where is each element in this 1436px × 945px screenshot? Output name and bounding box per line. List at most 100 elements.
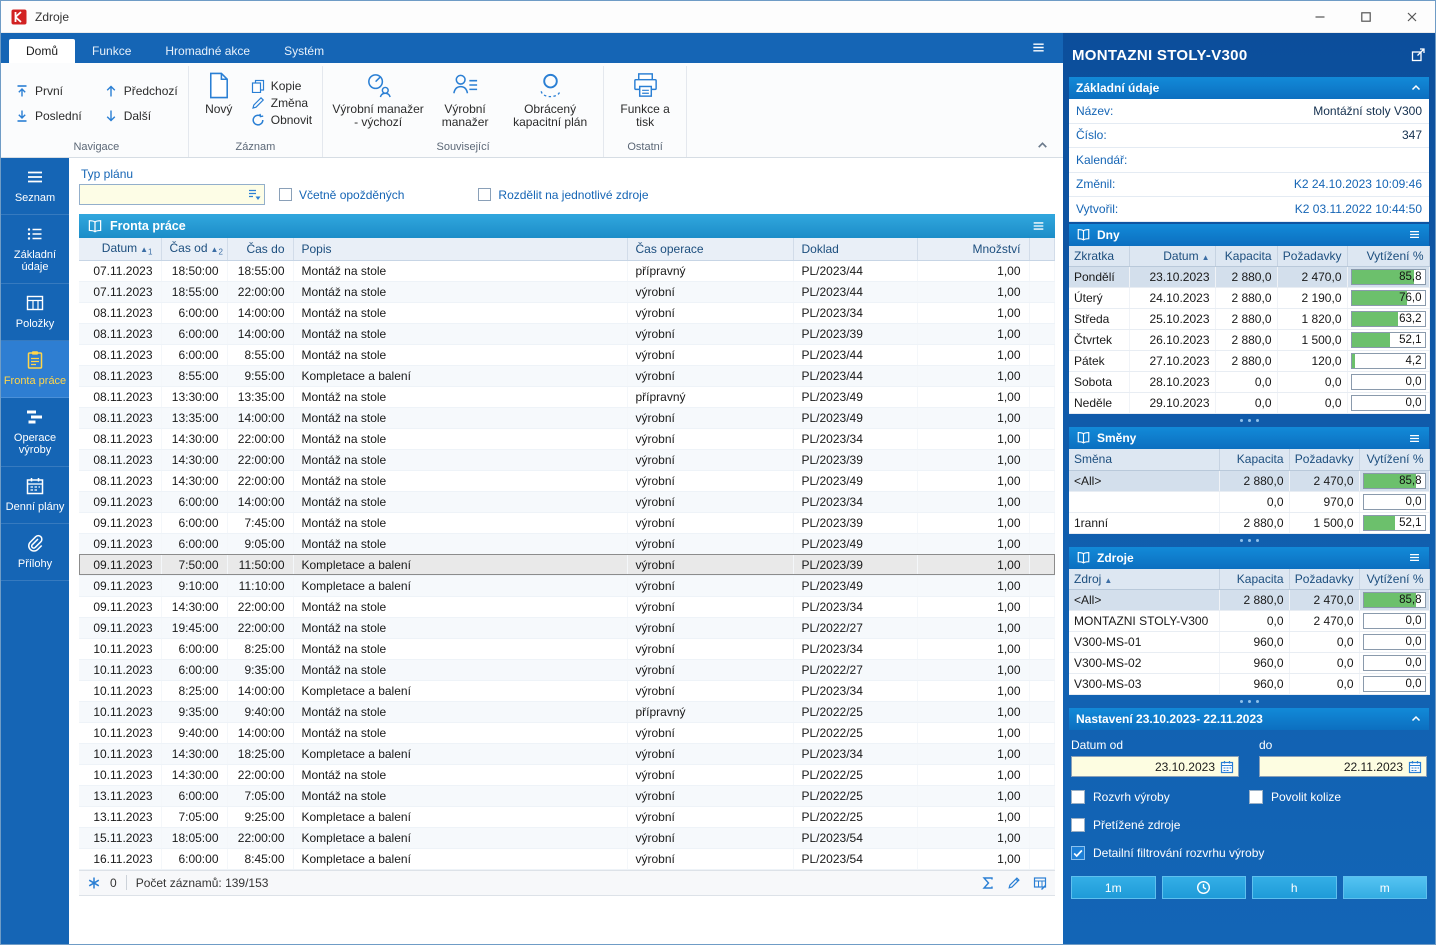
next-button[interactable]: Další (101, 103, 181, 128)
work-queue-row[interactable]: 08.11.202314:30:0022:00:00Montáž na stol… (79, 449, 1055, 470)
work-queue-row[interactable]: 08.11.20236:00:0014:00:00Montáž na stole… (79, 323, 1055, 344)
first-button[interactable]: První (12, 78, 85, 103)
calendar-icon[interactable] (1408, 760, 1422, 774)
work-queue-row[interactable]: 08.11.202314:30:0022:00:00Montáž na stol… (79, 428, 1055, 449)
column-header-po-adavky[interactable]: Požadavky (1289, 569, 1359, 590)
table-row[interactable]: <All>2 880,02 470,085,8 (1069, 470, 1429, 491)
column-header-mno-stv[interactable]: Množství (917, 238, 1029, 260)
shifts-menu-icon[interactable] (1407, 432, 1422, 445)
column-header-vyt-en[interactable]: Vytížení % (1347, 246, 1429, 267)
column-header-as-operace[interactable]: Čas operace (627, 238, 793, 260)
tab-funkce[interactable]: Funkce (75, 39, 148, 63)
work-queue-row[interactable]: 08.11.20238:55:009:55:00Kompletace a bal… (79, 365, 1055, 386)
work-queue-row[interactable]: 16.11.20236:00:008:45:00Kompletace a bal… (79, 848, 1055, 869)
table-row[interactable]: <All>2 880,02 470,085,8 (1069, 590, 1429, 611)
work-queue-row[interactable]: 13.11.20237:05:009:25:00Kompletace a bal… (79, 806, 1055, 827)
sidebar-item-seznam[interactable]: Seznam (1, 158, 69, 215)
column-header-po-adavky[interactable]: Požadavky (1289, 449, 1359, 470)
sum-icon[interactable] (981, 876, 995, 890)
tab-dom[interactable]: Domů (9, 39, 75, 63)
collapse-icon[interactable] (1410, 713, 1422, 725)
column-header-as-od[interactable]: Čas od▲2 (161, 238, 227, 260)
plan-type-combo[interactable] (79, 184, 265, 205)
functions-print-button[interactable]: Funkce a tisk (611, 67, 679, 139)
work-queue-row[interactable]: 10.11.20236:00:009:35:00Montáž na stolev… (79, 659, 1055, 680)
table-row[interactable]: Úterý24.10.20232 880,02 190,076,0 (1069, 288, 1429, 309)
table-row[interactable]: MONTAZNI STOLY-V3000,02 470,00,0 (1069, 611, 1429, 632)
table-row[interactable]: V300-MS-03960,00,00,0 (1069, 674, 1429, 695)
table-row[interactable]: Pondělí23.10.20232 880,02 470,085,8 (1069, 267, 1429, 288)
edit-record-icon[interactable] (1007, 876, 1021, 890)
production-manager-default-button[interactable]: Výrobní manažer - výchozí (330, 67, 426, 139)
split-resources-checkbox[interactable]: Rozdělit na jednotlivé zdroje (478, 188, 648, 202)
table-row[interactable]: Sobota28.10.20230,00,00,0 (1069, 372, 1429, 393)
scale-m-button[interactable]: m (1343, 876, 1428, 899)
work-queue-row[interactable]: 10.11.20236:00:008:25:00Montáž na stolev… (79, 638, 1055, 659)
sidebar-item-polo-ky[interactable]: Položky (1, 284, 69, 341)
column-header-vyt-en[interactable]: Vytížení % (1359, 569, 1429, 590)
work-queue-row[interactable]: 15.11.202318:05:0022:00:00Kompletace a b… (79, 827, 1055, 848)
column-header-doklad[interactable]: Doklad (793, 238, 917, 260)
work-queue-row[interactable]: 08.11.20236:00:0014:00:00Montáž na stole… (79, 302, 1055, 323)
days-section-header[interactable]: Dny (1069, 224, 1429, 246)
copy-button[interactable]: Kopie (248, 79, 315, 93)
date-from-input[interactable]: 23.10.2023 (1071, 756, 1239, 777)
tab-hromadn-akce[interactable]: Hromadné akce (148, 39, 267, 63)
column-header-zkratka[interactable]: Zkratka (1069, 246, 1129, 267)
calendar-icon[interactable] (1220, 760, 1234, 774)
last-button[interactable]: Poslední (12, 103, 85, 128)
sidebar-item-fronta-pr-ce[interactable]: Fronta práce (1, 341, 69, 398)
work-queue-row[interactable]: 07.11.202318:50:0018:55:00Montáž na stol… (79, 260, 1055, 281)
minimize-button[interactable] (1297, 1, 1343, 32)
basic-section-header[interactable]: Základní údaje (1069, 77, 1429, 99)
dropdown-icon[interactable] (247, 188, 262, 201)
work-queue-row[interactable]: 08.11.202314:30:0022:00:00Montáž na stol… (79, 470, 1055, 491)
table-row[interactable]: Pátek27.10.20232 880,0120,04,2 (1069, 351, 1429, 372)
table-row[interactable]: Středa25.10.20232 880,01 820,063,2 (1069, 309, 1429, 330)
refresh-button[interactable]: Obnovit (248, 113, 315, 127)
sidebar-item-p-lohy[interactable]: Přílohy (1, 524, 69, 581)
work-queue-row[interactable]: 09.11.20239:10:0011:10:00Kompletace a ba… (79, 575, 1055, 596)
days-menu-icon[interactable] (1407, 228, 1422, 241)
work-queue-row[interactable]: 09.11.202314:30:0022:00:00Montáž na stol… (79, 596, 1055, 617)
date-to-input[interactable]: 22.11.2023 (1259, 756, 1427, 777)
table-row[interactable]: V300-MS-02960,00,00,0 (1069, 653, 1429, 674)
column-header-kapacita[interactable]: Kapacita (1215, 246, 1277, 267)
work-queue-row[interactable]: 10.11.20239:40:0014:00:00Montáž na stole… (79, 722, 1055, 743)
work-queue-row[interactable]: 08.11.202313:30:0013:35:00Montáž na stol… (79, 386, 1055, 407)
ribbon-menu-icon[interactable] (1030, 40, 1047, 55)
maximize-button[interactable] (1343, 1, 1389, 32)
checkbox-povolit-kolize[interactable]: Povolit kolize (1249, 790, 1427, 804)
column-header-datum[interactable]: Datum▲ (1129, 246, 1215, 267)
column-header-datum[interactable]: Datum▲1 (79, 238, 161, 260)
sidebar-item-z-kladn-daje[interactable]: Základní údaje (1, 215, 69, 284)
jobs-indicator-icon[interactable] (87, 876, 101, 890)
sidebar-item-denn-pl-ny[interactable]: Denní plány (1, 467, 69, 524)
scale-1m-button[interactable]: 1m (1071, 876, 1156, 899)
work-queue-row[interactable]: 08.11.20236:00:008:55:00Montáž na stolev… (79, 344, 1055, 365)
splitter-grip[interactable] (1069, 695, 1429, 708)
open-in-window-icon[interactable] (1410, 47, 1426, 63)
table-edit-icon[interactable] (1033, 876, 1047, 890)
work-queue-row[interactable]: 08.11.202313:35:0014:00:00Montáž na stol… (79, 407, 1055, 428)
previous-button[interactable]: Předchozí (101, 78, 181, 103)
close-button[interactable] (1389, 1, 1435, 32)
work-queue-menu-icon[interactable] (1030, 219, 1047, 233)
splitter-grip[interactable] (1069, 414, 1429, 427)
checkbox-detailn-filtrov-n-rozvrhu-v-roby[interactable]: Detailní filtrování rozvrhu výroby (1071, 846, 1427, 860)
ribbon-collapse-icon[interactable] (1036, 139, 1049, 152)
table-row[interactable]: 0,0970,00,0 (1069, 491, 1429, 512)
new-button[interactable]: Nový (196, 67, 242, 139)
column-header-popis[interactable]: Popis (293, 238, 627, 260)
resources-menu-icon[interactable] (1407, 551, 1422, 564)
column-header-kapacita[interactable]: Kapacita (1219, 449, 1289, 470)
checkbox-rozvrh-v-roby[interactable]: Rozvrh výroby (1071, 790, 1249, 804)
shifts-section-header[interactable]: Směny (1069, 427, 1429, 449)
work-queue-row[interactable]: 10.11.202314:30:0018:25:00Kompletace a b… (79, 743, 1055, 764)
reverse-capacity-plan-button[interactable]: Obrácený kapacitní plán (504, 67, 596, 139)
work-queue-row[interactable]: 09.11.20236:00:007:45:00Montáž na stolev… (79, 512, 1055, 533)
collapse-icon[interactable] (1410, 82, 1422, 94)
sidebar-item-operace-v-roby[interactable]: Operace výroby (1, 398, 69, 467)
change-button[interactable]: Změna (248, 96, 315, 110)
column-header-vyt-en[interactable]: Vytížení % (1359, 449, 1429, 470)
